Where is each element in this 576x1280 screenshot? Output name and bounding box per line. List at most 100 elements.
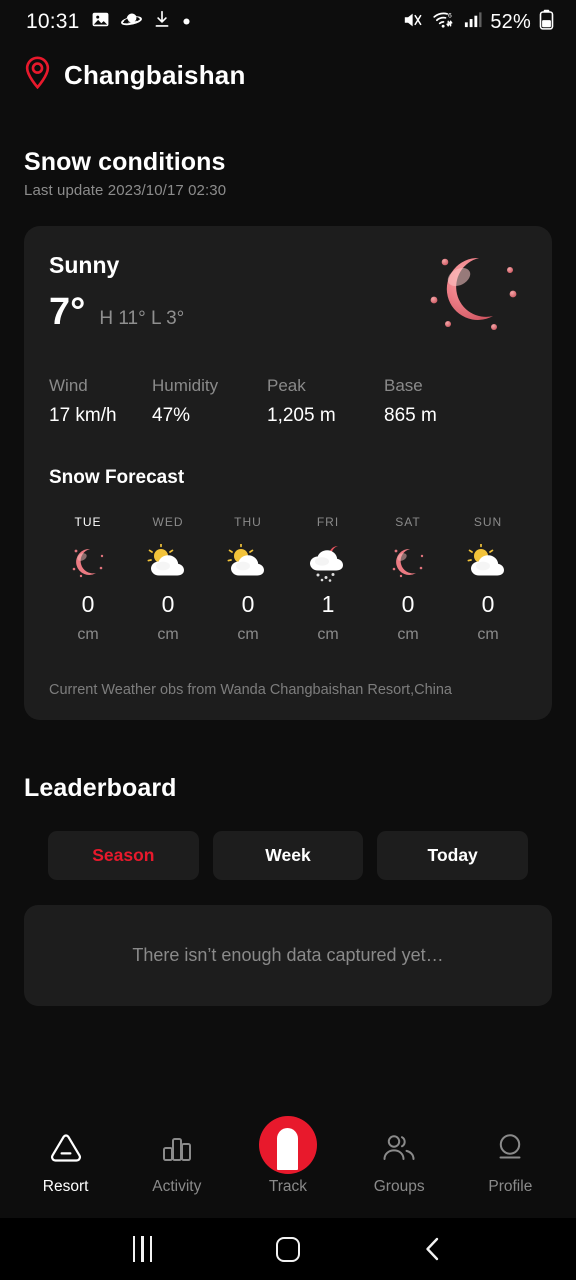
signal-icon [463, 10, 482, 34]
last-update-text: Last update 2023/10/17 02:30 [24, 182, 227, 199]
sun-cloud-icon [142, 540, 194, 584]
temperature-row: 7° H 11° L 3° [49, 293, 184, 331]
forecast-day-label: FRI [316, 515, 340, 529]
battery-icon [539, 9, 554, 35]
stat-label: Base [384, 376, 423, 395]
stat-value: 1,205 m [267, 405, 336, 426]
leaderboard-title: Leaderboard [24, 774, 177, 802]
stat-value: 17 km/h [49, 405, 117, 426]
forecast-unit: cm [77, 626, 99, 643]
snow-conditions-header: Snow conditions Last update 2023/10/17 0… [0, 106, 576, 199]
dot-icon [182, 13, 191, 31]
track-icon[interactable] [258, 1115, 317, 1174]
forecast-day-label: SAT [395, 515, 421, 529]
forecast-unit: cm [237, 626, 259, 643]
app-screen: 10:31 6 52% Changbaishan Snow conditions… [0, 0, 576, 1280]
android-navigation-bar [0, 1218, 576, 1280]
nav-item-track[interactable]: Track [242, 1115, 334, 1196]
forecast-day-label: THU [234, 515, 262, 529]
nav-label-resort: Resort [42, 1177, 89, 1195]
back-icon[interactable] [403, 1229, 463, 1269]
nav-label-activity: Activity [152, 1177, 202, 1195]
leaderboard-header: Leaderboard [0, 720, 576, 803]
image-icon [91, 10, 110, 34]
stat-value: 865 m [384, 405, 437, 426]
forecast-day-sun: SUN 0 cm [455, 515, 521, 644]
forecast-value: 0 [241, 591, 255, 617]
mountain-icon [46, 1128, 86, 1168]
tab-week[interactable]: Week [212, 831, 364, 880]
stat-label: Peak [267, 376, 306, 395]
stat-label: Wind [49, 376, 88, 395]
svg-text:6: 6 [448, 12, 452, 19]
snow-forecast-title: Snow Forecast [49, 467, 185, 488]
weather-stats: Wind 17 km/h Humidity 47% Peak 1,205 m B… [49, 376, 527, 427]
forecast-unit: cm [477, 626, 499, 643]
location-pin-icon [24, 56, 51, 94]
track-button[interactable] [258, 1115, 317, 1174]
sun-cloud-icon [462, 540, 514, 584]
mute-icon [402, 10, 424, 35]
stat-peak: Peak 1,205 m [267, 376, 384, 427]
stat-base: Base 865 m [384, 376, 437, 427]
moon-icon [382, 540, 434, 584]
tab-season[interactable]: Season [48, 831, 199, 880]
person-icon [492, 1128, 528, 1168]
leaderboard-empty-state: There isn’t enough data captured yet… [24, 905, 552, 1006]
snow-forecast-row: TUE 0 cm WED 0 cm THU 0 cm FRI 1 cm SAT … [49, 515, 527, 644]
forecast-day-label: SUN [473, 515, 503, 529]
status-bar-left: 10:31 [26, 10, 191, 34]
crescent-moon-icon [421, 244, 531, 340]
forecast-day-wed: WED 0 cm [135, 515, 201, 644]
stat-label: Humidity [152, 376, 219, 395]
forecast-unit: cm [317, 626, 339, 643]
empty-state-text: There isn’t enough data captured yet… [132, 945, 444, 965]
condition-block: Sunny 7° H 11° L 3° [49, 252, 184, 331]
condition-name: Sunny [49, 252, 120, 278]
forecast-unit: cm [397, 626, 419, 643]
battery-percent: 52% [490, 10, 531, 33]
forecast-day-label: TUE [74, 515, 102, 529]
nav-item-resort[interactable]: Resort [20, 1128, 112, 1196]
nav-item-activity[interactable]: Activity [131, 1128, 223, 1196]
snow-cloud-icon [302, 540, 354, 584]
sun-cloud-icon [222, 540, 274, 584]
track-marker-shape [277, 1127, 299, 1170]
nav-item-profile[interactable]: Profile [464, 1128, 556, 1196]
weather-card: Sunny 7° H 11° L 3° Wind 17 km/h Humidit… [24, 226, 552, 720]
nav-label-groups: Groups [373, 1177, 425, 1195]
people-icon [379, 1128, 419, 1168]
nav-label-profile: Profile [488, 1177, 533, 1195]
current-temperature: 7° [49, 291, 86, 333]
status-time: 10:31 [26, 10, 80, 33]
forecast-value: 0 [161, 591, 175, 617]
forecast-value: 0 [81, 591, 95, 617]
forecast-value: 0 [481, 591, 495, 617]
high-low-temperature: H 11° L 3° [99, 308, 185, 329]
moon-icon [62, 540, 114, 584]
weather-source-note: Current Weather obs from Wanda Changbais… [49, 682, 452, 698]
stat-wind: Wind 17 km/h [49, 376, 152, 427]
status-bar: 10:31 6 52% [0, 0, 576, 44]
forecast-day-tue: TUE 0 cm [55, 515, 121, 644]
stat-value: 47% [152, 405, 191, 426]
saturn-icon [120, 10, 142, 34]
forecast-day-sat: SAT 0 cm [375, 515, 441, 644]
page-title: Snow conditions [24, 148, 226, 176]
home-icon[interactable] [258, 1229, 318, 1269]
nav-item-groups[interactable]: Groups [353, 1128, 445, 1196]
location-header[interactable]: Changbaishan [0, 44, 576, 106]
tab-today[interactable]: Today [377, 831, 529, 880]
bar-chart-icon [158, 1128, 196, 1168]
location-name: Changbaishan [64, 59, 246, 90]
recents-icon[interactable] [113, 1229, 173, 1269]
download-icon [153, 10, 171, 34]
forecast-unit: cm [157, 626, 179, 643]
scroll-content: Snow conditions Last update 2023/10/17 0… [0, 106, 576, 1113]
status-bar-right: 6 52% [402, 9, 554, 35]
wifi-icon: 6 [432, 10, 455, 35]
nav-label-track: Track [268, 1177, 308, 1195]
forecast-day-label: WED [152, 515, 184, 529]
forecast-day-thu: THU 0 cm [215, 515, 281, 644]
forecast-day-fri: FRI 1 cm [295, 515, 361, 644]
